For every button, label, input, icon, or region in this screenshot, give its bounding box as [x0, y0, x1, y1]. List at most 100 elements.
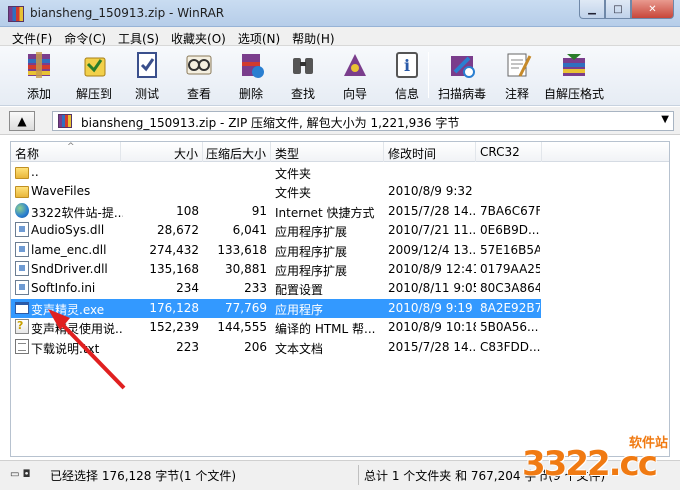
- file-list[interactable]: 名称 ^ 大小 压缩后大小 类型 修改时间 CRC32 .. 文件夹 WaveFil…: [10, 141, 670, 457]
- find-button[interactable]: 查找: [286, 48, 320, 102]
- extract-to-icon: [77, 48, 111, 81]
- view-icon: [182, 48, 216, 81]
- file-size: 176,128: [149, 300, 199, 315]
- txt-icon: [15, 338, 29, 354]
- file-row[interactable]: AudioSys.dll 28,672 6,041 应用程序扩展 2010/7/21 1…: [11, 221, 541, 240]
- menu-help[interactable]: 帮助(H): [286, 27, 340, 46]
- file-modified: 2015/7/28 14...: [388, 339, 476, 354]
- file-name: 下载说明.txt: [31, 341, 100, 356]
- delete-button[interactable]: 删除: [234, 48, 268, 102]
- archive-path-field[interactable]: biansheng_150913.zip - ZIP 压缩文件, 解包大小为 1…: [52, 111, 674, 131]
- archive-path-text: biansheng_150913.zip - ZIP 压缩文件, 解包大小为 1…: [81, 116, 460, 130]
- file-row-selected[interactable]: 变声精灵.exe 176,128 77,769 应用程序 2010/8/9 9:19 8A…: [11, 298, 541, 318]
- view-label: 查看: [186, 87, 211, 101]
- file-row[interactable]: SndDriver.dll 135,168 30,881 应用程序扩展 2010/8/9…: [11, 260, 541, 279]
- comment-button[interactable]: 注释: [500, 48, 534, 102]
- file-row[interactable]: lame_enc.dll 274,432 133,618 应用程序扩展 2009/12/…: [11, 241, 541, 260]
- column-type[interactable]: 类型: [271, 142, 384, 162]
- file-row[interactable]: 变声精灵使用说... 152,239 144,555 编译的 HTML 帮... 201…: [11, 318, 541, 337]
- file-modified: 2010/8/9 9:19: [388, 300, 473, 315]
- file-type: 应用程序扩展: [275, 244, 348, 259]
- column-crc32[interactable]: CRC32: [476, 142, 542, 162]
- file-packed-size: 133,618: [217, 242, 267, 257]
- menu-commands[interactable]: 命令(C): [58, 27, 112, 46]
- menu-tools[interactable]: 工具(S): [112, 27, 165, 46]
- window-title: biansheng_150913.zip - WinRAR: [30, 6, 225, 20]
- file-size: 152,239: [149, 320, 199, 335]
- file-type: 文本文档: [275, 341, 324, 356]
- folder-icon: [15, 186, 29, 199]
- svg-text:i: i: [404, 56, 410, 75]
- add-label: 添加: [26, 87, 51, 101]
- test-icon: [130, 48, 164, 81]
- selection-status: 已经选择 176,128 字节(1 个文件): [50, 469, 237, 483]
- comment-label: 注释: [504, 87, 529, 101]
- test-button[interactable]: 测试: [130, 48, 164, 102]
- file-row[interactable]: 3322软件站-提... 108 91 Internet 快捷方式 2015/7/28 …: [11, 202, 541, 221]
- close-button[interactable]: ✕: [631, 0, 674, 19]
- column-modified[interactable]: 修改时间: [384, 142, 476, 162]
- view-button[interactable]: 查看: [182, 48, 216, 102]
- add-button[interactable]: 添加: [22, 48, 56, 102]
- file-size: 223: [176, 339, 199, 354]
- menu-options[interactable]: 选项(N): [232, 27, 286, 46]
- file-name: AudioSys.dll: [31, 223, 105, 238]
- file-row[interactable]: .. 文件夹: [11, 163, 541, 182]
- wizard-button[interactable]: 向导: [338, 48, 372, 102]
- virus-scan-button[interactable]: 扫描病毒: [438, 48, 486, 102]
- file-modified: 2009/12/4 13...: [388, 242, 476, 257]
- watermark-main: 3322.cc: [522, 444, 658, 484]
- virus-scan-icon: [445, 48, 479, 81]
- file-name: WaveFiles: [31, 184, 91, 199]
- add-archive-icon: [22, 48, 56, 81]
- column-size[interactable]: 大小: [121, 142, 203, 162]
- globe-icon: [15, 202, 29, 218]
- exe-icon: [15, 301, 29, 314]
- file-row[interactable]: WaveFiles 文件夹 2010/8/9 9:32: [11, 182, 541, 201]
- ini-icon: [15, 280, 29, 296]
- chevron-down-icon[interactable]: ▼: [661, 114, 669, 125]
- info-button[interactable]: i 信息: [390, 48, 424, 102]
- virus-scan-label: 扫描病毒: [438, 87, 487, 101]
- file-row[interactable]: SoftInfo.ini 234 233 配置设置 2010/8/11 9:05 80C3…: [11, 279, 541, 298]
- up-folder-button[interactable]: ▲: [9, 111, 35, 131]
- file-row[interactable]: 下载说明.txt 223 206 文本文档 2015/7/28 14... C83FDD.…: [11, 338, 541, 357]
- file-type: 配置设置: [275, 283, 324, 298]
- test-label: 测试: [134, 87, 159, 101]
- maximize-button[interactable]: □: [605, 0, 631, 19]
- column-name[interactable]: 名称 ^: [11, 142, 121, 162]
- sfx-label: 自解压格式: [544, 87, 605, 101]
- file-size: 108: [176, 203, 199, 218]
- file-name: SndDriver.dll: [31, 262, 108, 276]
- archive-icon: [58, 114, 72, 128]
- toolbar: 添加 解压到 测试 查看 删除 查找 向导 i 信息 扫描病毒 注释 自解压格式: [0, 46, 680, 106]
- sfx-icon: [557, 48, 591, 81]
- file-name: 3322软件站-提...: [31, 205, 123, 220]
- column-packed-size[interactable]: 压缩后大小: [203, 142, 271, 162]
- title-bar: biansheng_150913.zip - WinRAR ▁ □ ✕: [0, 0, 680, 27]
- column-header-row: 名称 ^ 大小 压缩后大小 类型 修改时间 CRC32: [11, 142, 669, 162]
- file-type: 应用程序: [275, 302, 324, 317]
- extract-to-button[interactable]: 解压到: [76, 48, 112, 102]
- minimize-button[interactable]: ▁: [579, 0, 605, 19]
- sfx-button[interactable]: 自解压格式: [544, 48, 604, 102]
- wizard-label: 向导: [342, 87, 367, 101]
- file-type: 应用程序扩展: [275, 225, 348, 240]
- file-type: Internet 快捷方式: [275, 205, 375, 220]
- file-name: 变声精灵使用说...: [31, 322, 123, 337]
- file-crc32: 57E16B5A: [480, 242, 540, 257]
- menu-favorites[interactable]: 收藏夹(O): [165, 27, 232, 46]
- info-label: 信息: [394, 87, 419, 101]
- find-icon: [286, 48, 320, 81]
- winrar-app-icon[interactable]: [8, 6, 24, 22]
- dll-icon: [15, 222, 29, 238]
- find-label: 查找: [290, 87, 315, 101]
- menu-file[interactable]: 文件(F): [6, 27, 58, 46]
- file-crc32: 0179AA25: [480, 262, 540, 276]
- file-packed-size: 144,555: [217, 320, 267, 335]
- file-name: lame_enc.dll: [31, 242, 107, 257]
- file-packed-size: 30,881: [225, 262, 267, 276]
- file-size: 28,672: [157, 223, 199, 238]
- drive-icon[interactable]: ▭ ◘: [10, 469, 31, 480]
- file-size: 274,432: [149, 242, 199, 257]
